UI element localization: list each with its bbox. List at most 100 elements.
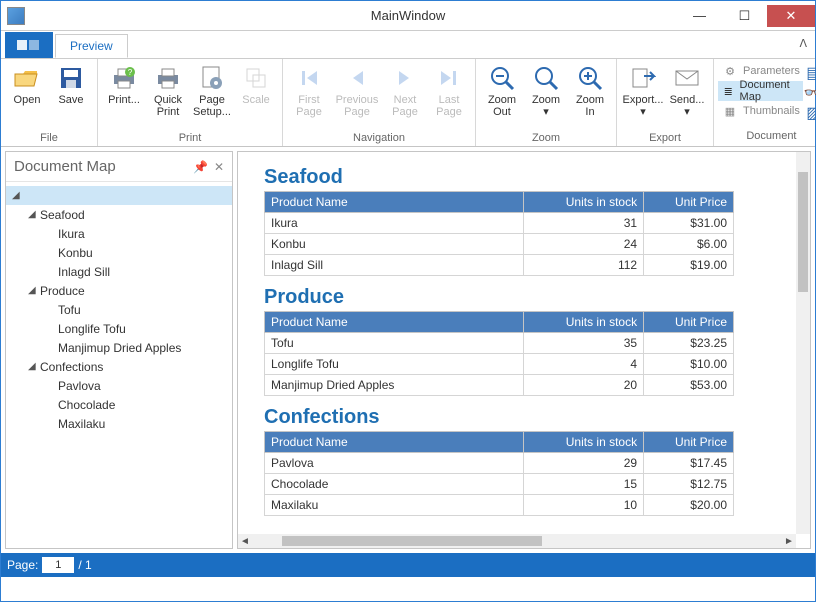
parameters-button[interactable]: ⚙ Parameters bbox=[718, 61, 803, 81]
zoom-out-icon bbox=[488, 64, 516, 92]
tree-item[interactable]: Inlagd Sill bbox=[6, 262, 232, 281]
tree-item-label: Manjimup Dried Apples bbox=[58, 341, 181, 355]
ribbon-group-export: Export...▾ Send...▾ Export bbox=[617, 59, 714, 146]
page-input[interactable] bbox=[42, 557, 74, 573]
document-map-panel: Document Map 📌 ✕ ◢◢SeafoodIkuraKonbuInla… bbox=[5, 151, 233, 549]
document-map-tree[interactable]: ◢◢Seafood Ikura Konbu Inlagd Sill ◢Produce To… bbox=[6, 182, 232, 548]
tree-item[interactable]: Longlife Tofu bbox=[6, 319, 232, 338]
color-icon[interactable]: ▨ bbox=[805, 104, 816, 122]
tree-item-label: Konbu bbox=[58, 246, 93, 260]
tree-group[interactable]: ◢Produce bbox=[6, 281, 232, 300]
ribbon: Open Save File ? Print... Quick Print Pa… bbox=[1, 59, 815, 147]
ribbon-group-print: ? Print... Quick Print Page Setup... Sca… bbox=[98, 59, 283, 146]
col-header: Unit Price bbox=[644, 432, 734, 453]
col-header: Unit Price bbox=[644, 192, 734, 213]
tree-item[interactable]: Manjimup Dried Apples bbox=[6, 338, 232, 357]
zoom-button[interactable]: Zoom▾ bbox=[524, 61, 568, 121]
tab-preview[interactable]: Preview bbox=[55, 34, 128, 58]
next-page-button[interactable]: Next Page bbox=[383, 61, 427, 121]
horizontal-scrollbar[interactable]: ◄► bbox=[238, 534, 796, 548]
export-button[interactable]: Export...▾ bbox=[621, 61, 665, 121]
horizontal-scroll-thumb[interactable] bbox=[282, 536, 542, 546]
tree-item[interactable]: Tofu bbox=[6, 300, 232, 319]
first-page-button[interactable]: First Page bbox=[287, 61, 331, 121]
printer-quick-icon bbox=[154, 64, 182, 92]
quick-print-button[interactable]: Quick Print bbox=[146, 61, 190, 121]
zoom-label: Zoom▾ bbox=[532, 94, 560, 118]
cell-units: 10 bbox=[524, 495, 644, 516]
table-row: Maxilaku10$20.00 bbox=[265, 495, 734, 516]
next-page-label: Next Page bbox=[392, 94, 418, 118]
tree-item-label: Inlagd Sill bbox=[58, 265, 110, 279]
cell-units: 4 bbox=[524, 354, 644, 375]
first-page-label: First Page bbox=[296, 94, 322, 118]
parameters-label: Parameters bbox=[743, 65, 800, 77]
vertical-scroll-thumb[interactable] bbox=[798, 172, 808, 292]
cell-name: Pavlova bbox=[265, 453, 524, 474]
pin-icon[interactable]: 📌 bbox=[193, 160, 208, 174]
tree-item[interactable]: Ikura bbox=[6, 224, 232, 243]
send-button[interactable]: Send...▾ bbox=[665, 61, 709, 121]
open-button[interactable]: Open bbox=[5, 61, 49, 109]
export-label: Export...▾ bbox=[623, 94, 664, 118]
tree-group[interactable]: ◢Confections bbox=[6, 357, 232, 376]
scroll-right-arrow[interactable]: ► bbox=[782, 536, 796, 547]
page-setup-button[interactable]: Page Setup... bbox=[190, 61, 234, 121]
export-icon bbox=[629, 64, 657, 92]
report-surface[interactable]: SeafoodProduct NameUnits in stockUnit Pr… bbox=[238, 152, 796, 534]
thumbnails-button[interactable]: ▦Thumbnails bbox=[718, 101, 803, 121]
tree-item[interactable]: Chocolade bbox=[6, 395, 232, 414]
scroll-left-arrow[interactable]: ◄ bbox=[238, 536, 252, 547]
print-button[interactable]: ? Print... bbox=[102, 61, 146, 109]
prev-page-button[interactable]: Previous Page bbox=[331, 61, 383, 121]
close-button[interactable]: ✕ bbox=[767, 5, 815, 27]
tree-item[interactable]: Konbu bbox=[6, 243, 232, 262]
app-menu-button[interactable] bbox=[5, 32, 53, 58]
scale-button[interactable]: Scale bbox=[234, 61, 278, 109]
maximize-button[interactable]: ☐ bbox=[722, 5, 767, 27]
document-map-button[interactable]: ≣Document Map bbox=[718, 81, 803, 101]
save-button[interactable]: Save bbox=[49, 61, 93, 109]
table-row: Manjimup Dried Apples20$53.00 bbox=[265, 375, 734, 396]
next-page-icon bbox=[391, 64, 419, 92]
cell-price: $31.00 bbox=[644, 213, 734, 234]
table-row: Inlagd Sill112$19.00 bbox=[265, 255, 734, 276]
watermark-icon[interactable]: ▤ bbox=[805, 64, 816, 82]
report-table: Product NameUnits in stockUnit PriceTofu… bbox=[264, 311, 734, 396]
tree-root[interactable]: ◢ bbox=[6, 186, 232, 205]
tree-group[interactable]: ◢Seafood bbox=[6, 205, 232, 224]
print-label: Print... bbox=[108, 94, 140, 106]
quick-print-label: Quick Print bbox=[154, 94, 182, 118]
zoom-out-button[interactable]: Zoom Out bbox=[480, 61, 524, 121]
app-icon bbox=[7, 7, 25, 25]
search-icon[interactable]: 👓 bbox=[805, 84, 816, 102]
save-label: Save bbox=[58, 94, 83, 106]
parameters-icon: ⚙ bbox=[721, 62, 739, 80]
tree-item-label: Maxilaku bbox=[58, 417, 105, 431]
ribbon-group-document: ⚙Parameters ≣Document Map ▦Thumbnails ▤ … bbox=[714, 59, 816, 146]
status-bar: Page: / 1 bbox=[1, 553, 815, 577]
cell-price: $10.00 bbox=[644, 354, 734, 375]
tree-item-label: Tofu bbox=[58, 303, 81, 317]
scale-icon bbox=[242, 64, 270, 92]
last-page-button[interactable]: Last Page bbox=[427, 61, 471, 121]
minimize-button[interactable]: — bbox=[677, 5, 722, 27]
tree-item-label: Ikura bbox=[58, 227, 85, 241]
report-preview: SeafoodProduct NameUnits in stockUnit Pr… bbox=[237, 151, 811, 549]
table-row: Konbu24$6.00 bbox=[265, 234, 734, 255]
tree-item[interactable]: Pavlova bbox=[6, 376, 232, 395]
cell-units: 29 bbox=[524, 453, 644, 474]
tree-item[interactable]: Maxilaku bbox=[6, 414, 232, 433]
tree-group-label: Confections bbox=[40, 360, 103, 374]
tree-item-label: Chocolade bbox=[58, 398, 115, 412]
zoom-in-label: Zoom In bbox=[576, 94, 604, 118]
ribbon-collapse-button[interactable]: ᐱ bbox=[799, 37, 807, 50]
tree-item-label: Pavlova bbox=[58, 379, 101, 393]
svg-text:?: ? bbox=[128, 68, 133, 77]
col-header: Unit Price bbox=[644, 312, 734, 333]
zoom-in-button[interactable]: Zoom In bbox=[568, 61, 612, 121]
vertical-scrollbar[interactable] bbox=[796, 152, 810, 534]
report-table: Product NameUnits in stockUnit PriceIkur… bbox=[264, 191, 734, 276]
cell-price: $17.45 bbox=[644, 453, 734, 474]
close-panel-icon[interactable]: ✕ bbox=[214, 160, 224, 174]
